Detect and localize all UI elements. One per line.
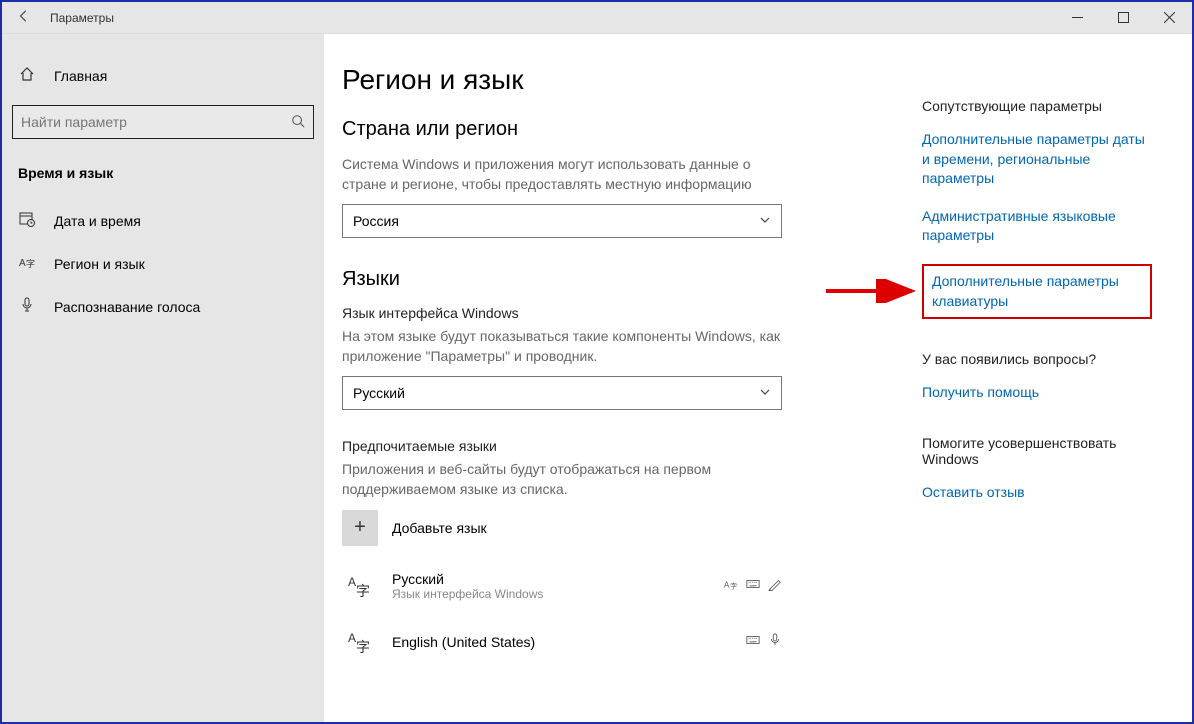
languages-heading: Языки — [342, 268, 892, 291]
sidebar: Главная Время и язык Дата и время A字 — [2, 34, 324, 722]
close-button[interactable] — [1146, 2, 1192, 34]
svg-text:A: A — [348, 631, 356, 645]
right-panel: Сопутствующие параметры Дополнительные п… — [922, 64, 1172, 722]
region-desc: Система Windows и приложения могут испол… — [342, 155, 782, 194]
home-nav[interactable]: Главная — [12, 58, 314, 93]
region-dropdown[interactable]: Россия — [342, 204, 782, 238]
chevron-down-icon — [759, 213, 771, 229]
display-lang-desc: На этом языке будут показываться такие к… — [342, 327, 782, 366]
sidebar-item-label: Дата и время — [54, 213, 141, 229]
svg-text:A: A — [348, 575, 356, 589]
region-selected: Россия — [353, 213, 399, 229]
svg-text:字: 字 — [356, 639, 370, 655]
page-title: Регион и язык — [342, 64, 892, 96]
sidebar-item-label: Регион и язык — [54, 256, 145, 272]
svg-text:字: 字 — [356, 583, 370, 599]
home-label: Главная — [54, 68, 107, 84]
language-options-icons — [746, 633, 782, 650]
feedback-link[interactable]: Оставить отзыв — [922, 483, 1152, 503]
svg-text:字: 字 — [26, 258, 35, 269]
sidebar-item-speech[interactable]: Распознавание голоса — [12, 285, 314, 328]
language-glyph-icon: A字 — [342, 624, 378, 660]
language-options-icons: A字 — [724, 577, 782, 594]
minimize-button[interactable] — [1054, 2, 1100, 34]
chevron-down-icon — [759, 385, 771, 401]
add-language-button[interactable]: + Добавьте язык — [342, 510, 892, 546]
sidebar-item-region-language[interactable]: A字 Регион и язык — [12, 242, 314, 285]
region-heading: Страна или регион — [342, 118, 892, 141]
display-lang-dropdown[interactable]: Русский — [342, 376, 782, 410]
svg-text:字: 字 — [730, 581, 737, 590]
language-item[interactable]: A字 Русский Язык интерфейса Windows A字 — [342, 562, 782, 618]
language-glyph-icon: A字 — [342, 568, 378, 604]
search-icon — [291, 114, 305, 131]
questions-heading: У вас появились вопросы? — [922, 351, 1172, 367]
keyboard-badge-icon — [746, 577, 760, 594]
language-name: Русский — [392, 571, 543, 587]
home-icon — [18, 66, 36, 85]
titlebar: Параметры — [2, 2, 1192, 34]
back-button[interactable] — [16, 9, 32, 26]
related-heading: Сопутствующие параметры — [922, 98, 1172, 114]
window-title: Параметры — [50, 11, 114, 25]
preferred-lang-desc: Приложения и веб-сайты будут отображатьс… — [342, 460, 782, 499]
language-name: English (United States) — [392, 634, 535, 650]
handwriting-badge-icon — [768, 577, 782, 594]
main-content: Регион и язык Страна или регион Система … — [342, 64, 892, 722]
microphone-icon — [18, 297, 36, 316]
category-title: Время и язык — [12, 159, 314, 199]
search-input[interactable] — [21, 114, 291, 130]
display-lang-selected: Русский — [353, 385, 405, 401]
related-link-admin-lang[interactable]: Административные языковые параметры — [922, 207, 1152, 246]
get-help-link[interactable]: Получить помощь — [922, 383, 1152, 403]
related-link-keyboard[interactable]: Дополнительные параметры клавиатуры — [922, 264, 1152, 319]
language-item[interactable]: A字 English (United States) — [342, 618, 782, 674]
plus-icon: + — [342, 510, 378, 546]
related-link-datetime[interactable]: Дополнительные параметры даты и времени,… — [922, 130, 1152, 189]
display-lang-label: Язык интерфейса Windows — [342, 305, 892, 321]
preferred-lang-label: Предпочитаемые языки — [342, 438, 892, 454]
keyboard-badge-icon — [746, 633, 760, 650]
language-sub: Язык интерфейса Windows — [392, 587, 543, 601]
svg-text:A: A — [19, 258, 26, 269]
add-language-label: Добавьте язык — [392, 520, 487, 536]
display-lang-badge-icon: A字 — [724, 577, 738, 594]
search-input-container[interactable] — [12, 105, 314, 139]
sidebar-item-label: Распознавание голоса — [54, 299, 200, 315]
speech-badge-icon — [768, 633, 782, 650]
language-icon: A字 — [18, 254, 36, 273]
sidebar-item-date-time[interactable]: Дата и время — [12, 199, 314, 242]
improve-heading: Помогите усовершенствовать Windows — [922, 435, 1172, 467]
calendar-clock-icon — [18, 211, 36, 230]
maximize-button[interactable] — [1100, 2, 1146, 34]
svg-text:A: A — [724, 581, 730, 590]
